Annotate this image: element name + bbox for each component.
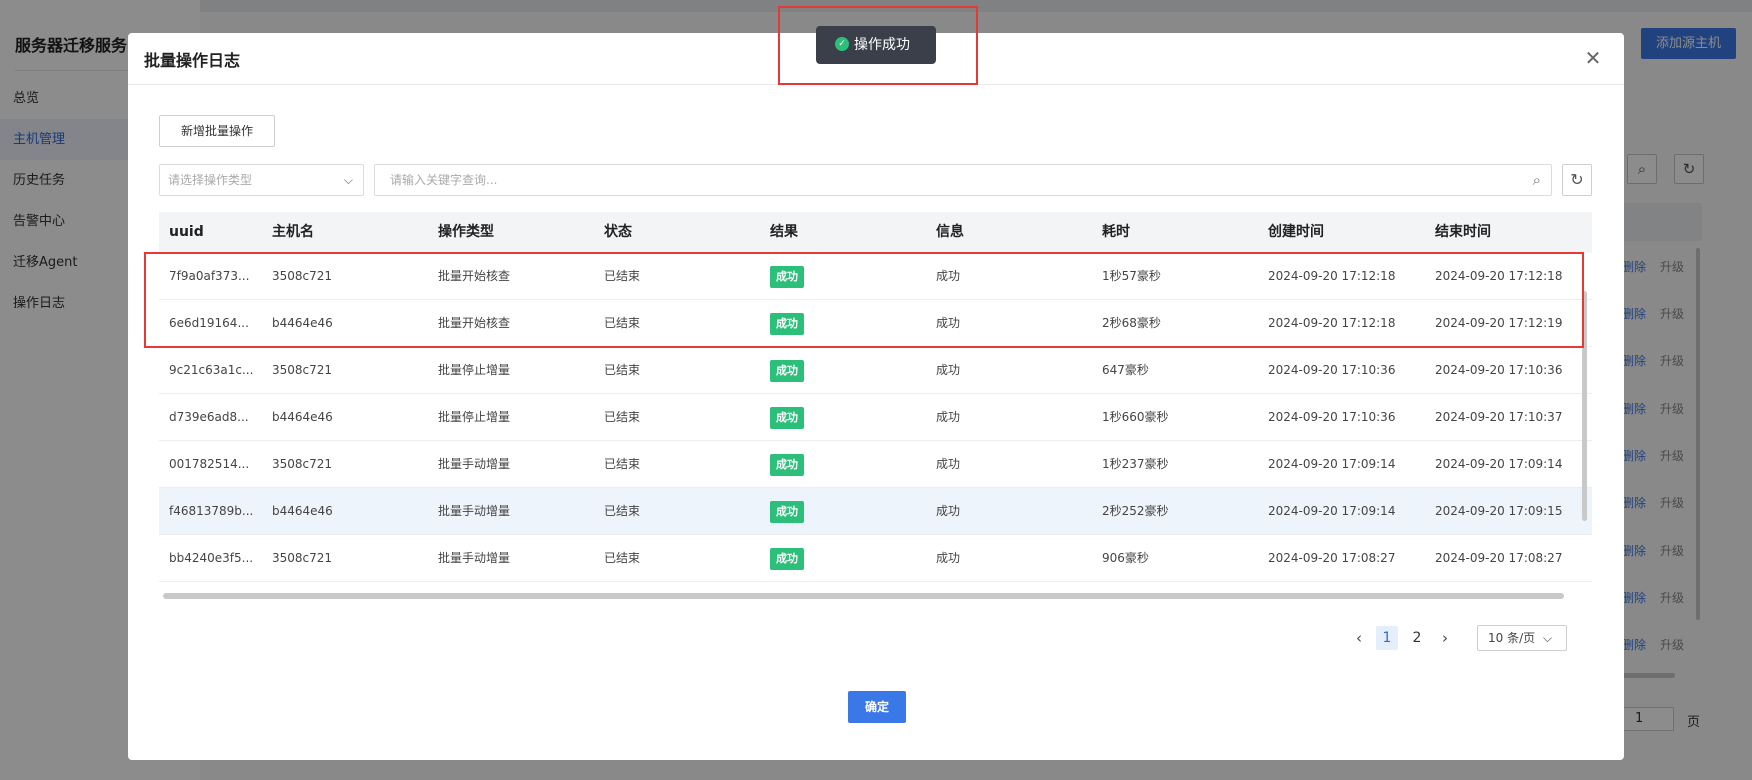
cell-duration: 1秒660豪秒 (1102, 410, 1169, 424)
cell-created: 2024-09-20 17:10:36 (1268, 410, 1396, 424)
modal-title: 批量操作日志 (144, 51, 241, 70)
cell-uuid: d739e6ad8... (169, 410, 249, 424)
table-horizontal-scrollbar[interactable] (163, 593, 1564, 599)
column-header: 操作类型 (438, 224, 494, 240)
column-header: uuid (169, 224, 204, 240)
cell-host: 3508c721 (272, 363, 333, 377)
table-header: uuid 主机名 操作类型 状态 结果 信息 耗时 创建时间 结束时间 (159, 212, 1592, 253)
cell-ended: 2024-09-20 17:09:15 (1435, 504, 1563, 518)
cell-status: 已结束 (604, 551, 641, 565)
cell-type: 批量手动增量 (438, 457, 511, 471)
cell-ended: 2024-09-20 17:08:27 (1435, 551, 1563, 565)
cell-info: 成功 (936, 551, 961, 565)
cell-type: 批量手动增量 (438, 504, 511, 518)
cell-created: 2024-09-20 17:10:36 (1268, 363, 1396, 377)
cell-created: 2024-09-20 17:08:27 (1268, 551, 1396, 565)
search-icon[interactable]: ⌕ (1533, 165, 1541, 195)
cell-result: 成功 (760, 488, 926, 534)
table-row[interactable]: bb4240e3f5... 3508c721 批量手动增量 已结束 成功 成功 … (159, 535, 1592, 582)
cell-info: 成功 (936, 363, 961, 377)
column-header: 耗时 (1102, 224, 1130, 240)
cell-ended: 2024-09-20 17:10:37 (1435, 410, 1563, 424)
column-header: 创建时间 (1268, 224, 1324, 240)
operation-type-placeholder: 请选择操作类型 (168, 173, 253, 187)
close-icon[interactable]: ✕ (1578, 43, 1608, 73)
cell-info: 成功 (936, 504, 961, 518)
prev-page-icon[interactable]: ‹ (1346, 629, 1372, 647)
annotation-highlight-rows (144, 252, 1584, 348)
cell-result: 成功 (760, 347, 926, 393)
success-badge: 成功 (770, 406, 804, 429)
cell-duration: 647豪秒 (1102, 363, 1149, 377)
column-header: 主机名 (272, 224, 314, 240)
cell-uuid: 001782514... (169, 457, 250, 471)
page-size-select[interactable]: 10 条/页 ⌵ (1477, 625, 1567, 651)
cell-created: 2024-09-20 17:09:14 (1268, 504, 1396, 518)
cell-result: 成功 (760, 441, 926, 487)
cell-uuid: bb4240e3f5... (169, 551, 254, 565)
table-row[interactable]: 9c21c63a1c... 3508c721 批量停止增量 已结束 成功 成功 … (159, 347, 1592, 394)
cell-host: b4464e46 (272, 504, 333, 518)
search-input[interactable]: 请输入关键字查询... ⌕ (374, 164, 1552, 196)
cell-host: 3508c721 (272, 457, 333, 471)
cell-ended: 2024-09-20 17:09:14 (1435, 457, 1563, 471)
success-badge: 成功 (770, 359, 804, 382)
column-header: 状态 (604, 224, 632, 240)
cell-result: 成功 (760, 394, 926, 440)
table-row[interactable]: f46813789b... b4464e46 批量手动增量 已结束 成功 成功 … (159, 488, 1592, 535)
cell-status: 已结束 (604, 457, 641, 471)
cell-status: 已结束 (604, 363, 641, 377)
table-row[interactable]: d739e6ad8... b4464e46 批量停止增量 已结束 成功 成功 1… (159, 394, 1592, 441)
cell-duration: 1秒237豪秒 (1102, 457, 1169, 471)
cell-host: b4464e46 (272, 410, 333, 424)
operation-type-select[interactable]: 请选择操作类型 ⌵ (159, 164, 364, 196)
cell-status: 已结束 (604, 410, 641, 424)
confirm-button[interactable]: 确定 (848, 691, 906, 723)
page-size-label: 10 条/页 (1488, 631, 1536, 645)
cell-type: 批量停止增量 (438, 410, 511, 424)
column-header: 结果 (770, 224, 798, 240)
table-row[interactable]: 001782514... 3508c721 批量手动增量 已结束 成功 成功 1… (159, 441, 1592, 488)
chevron-down-icon: ⌵ (1542, 631, 1553, 645)
cell-duration: 906豪秒 (1102, 551, 1149, 565)
chevron-down-icon: ⌵ (343, 173, 353, 187)
column-header: 结束时间 (1435, 224, 1491, 240)
success-badge: 成功 (770, 500, 804, 523)
cell-uuid: 9c21c63a1c... (169, 363, 254, 377)
cell-host: 3508c721 (272, 551, 333, 565)
annotation-highlight-toast (778, 6, 978, 85)
add-batch-operation-button[interactable]: 新增批量操作 (159, 115, 275, 147)
cell-duration: 2秒252豪秒 (1102, 504, 1169, 518)
success-badge: 成功 (770, 547, 804, 570)
batch-log-modal: 批量操作日志 ✕ 新增批量操作 请选择操作类型 ⌵ 请输入关键字查询... ⌕ … (128, 33, 1624, 760)
cell-ended: 2024-09-20 17:10:36 (1435, 363, 1563, 377)
success-badge: 成功 (770, 453, 804, 476)
cell-type: 批量停止增量 (438, 363, 511, 377)
refresh-icon[interactable]: ↻ (1562, 164, 1592, 196)
cell-uuid: f46813789b... (169, 504, 254, 518)
pagination: ‹ 1 2 › (1346, 625, 1458, 651)
cell-created: 2024-09-20 17:09:14 (1268, 457, 1396, 471)
next-page-icon[interactable]: › (1432, 629, 1458, 647)
cell-status: 已结束 (604, 504, 641, 518)
cell-info: 成功 (936, 457, 961, 471)
page-number-1[interactable]: 1 (1376, 626, 1398, 650)
column-header: 信息 (936, 224, 964, 240)
search-placeholder: 请输入关键字查询... (390, 173, 498, 187)
page-number-2[interactable]: 2 (1406, 626, 1428, 650)
cell-type: 批量手动增量 (438, 551, 511, 565)
cell-info: 成功 (936, 410, 961, 424)
cell-result: 成功 (760, 535, 926, 581)
